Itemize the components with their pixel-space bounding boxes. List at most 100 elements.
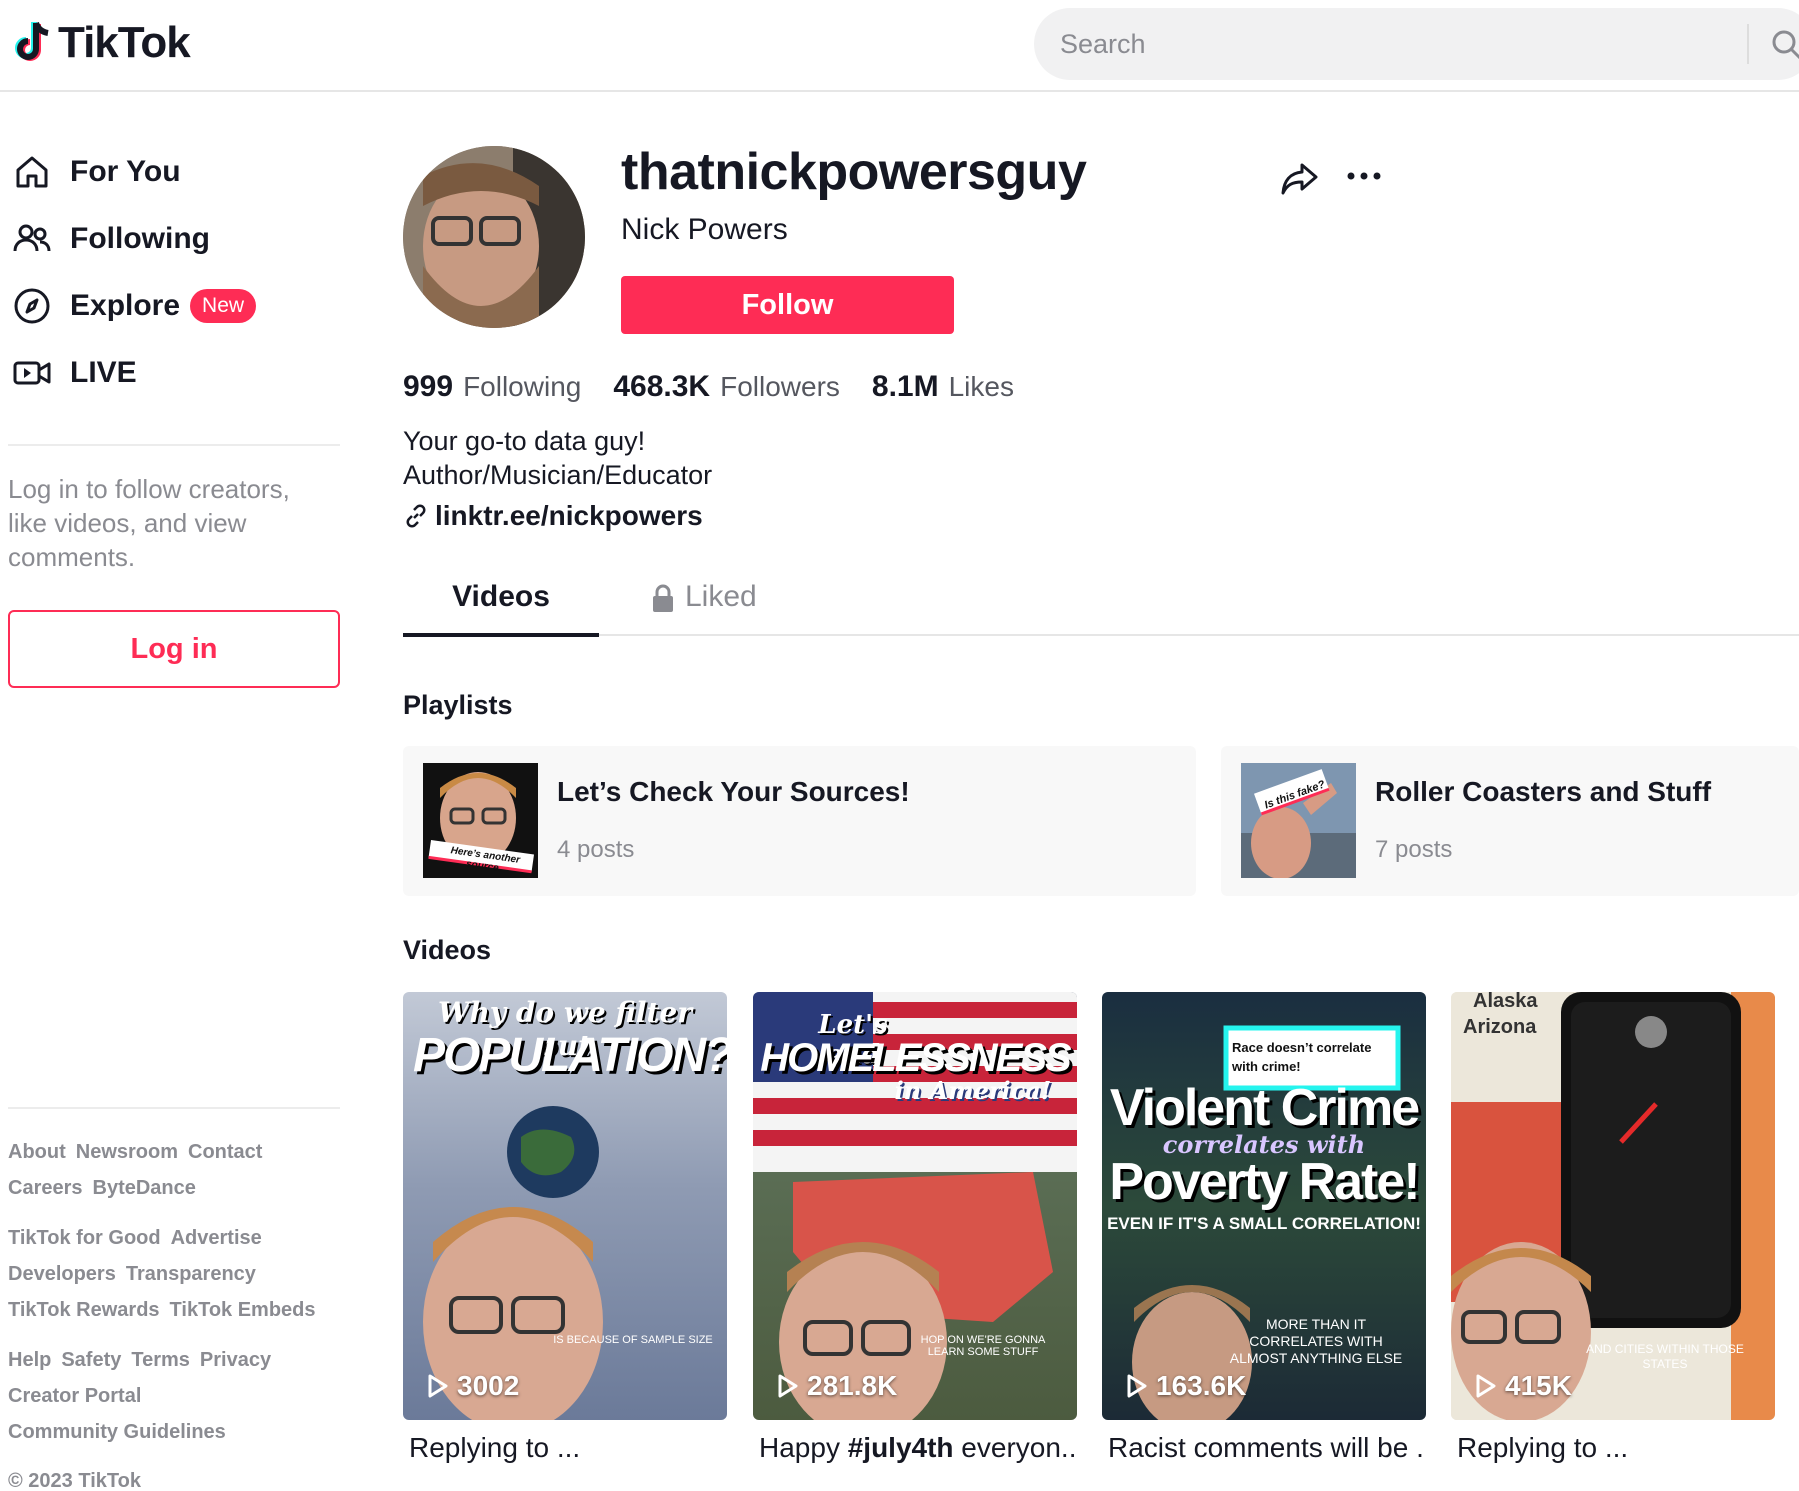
playlist-title: Roller Coasters and Stuff <box>1375 776 1712 807</box>
video-caption: Replying to ... <box>409 1432 581 1463</box>
lock-icon <box>653 584 673 612</box>
profile-bio: Your go-to data guy! Author/Musician/Edu… <box>403 424 712 492</box>
footer-link-advertise[interactable]: Advertise <box>171 1220 262 1256</box>
tab-label: Liked <box>685 580 757 613</box>
avatar[interactable] <box>403 146 585 328</box>
footer-link-privacy[interactable]: Privacy <box>200 1342 271 1378</box>
playlist-card[interactable]: Is this fake? Roller Coasters and Stuff … <box>1221 746 1799 896</box>
footer-group: Help Safety Terms Privacy Creator PortalComm… <box>8 1342 340 1450</box>
tab-active-indicator <box>403 633 599 637</box>
footer-link-tiktok-rewards[interactable]: TikTok Rewards <box>8 1292 160 1328</box>
video-overlay-bottom: AND CITIES WITHIN THOSE STATES <box>1586 1342 1744 1371</box>
footer-link-bytedance[interactable]: ByteDance <box>93 1170 196 1206</box>
tab-liked[interactable]: Liked <box>651 580 757 634</box>
video-card[interactable]: Let's end HOMELESSNESS in America! HOP O… <box>753 992 1077 1464</box>
stat-label: Followers <box>720 371 840 402</box>
profile-username: thatnickpowersguy <box>621 143 1087 201</box>
playlist-card[interactable]: Here’s another source. Let’s Check Your … <box>403 746 1196 896</box>
profile-tabs: Videos Liked <box>403 580 1799 637</box>
home-icon <box>16 156 48 188</box>
view-count: 3002 <box>457 1370 520 1401</box>
sidebar-item-label: Following <box>70 222 210 255</box>
sidebar-item-explore[interactable]: Explore New <box>12 278 257 334</box>
view-count: 163.6K <box>1156 1370 1247 1401</box>
login-prompt: Log in to follow creators, like videos, … <box>8 474 290 572</box>
footer-link-about[interactable]: About <box>8 1134 66 1170</box>
caption-hashtag[interactable]: #july4th <box>848 1432 954 1463</box>
profile-link[interactable]: linktr.ee/nickpowers <box>403 500 703 532</box>
footer-link-terms[interactable]: Terms <box>131 1342 190 1378</box>
video-views: 281.8K <box>777 1370 897 1402</box>
playlist-title: Let’s Check Your Sources! <box>557 776 910 807</box>
sidebar-item-following[interactable]: Following <box>12 211 210 267</box>
footer-link-creator-portal[interactable]: Creator Portal <box>8 1378 141 1414</box>
playlist-count: 7 posts <box>1375 836 1453 863</box>
footer-link-developers[interactable]: Developers <box>8 1256 116 1292</box>
link-icon <box>406 504 426 528</box>
footer-link-safety[interactable]: Safety <box>61 1342 121 1378</box>
videos-heading: Videos <box>403 935 492 965</box>
sidebar-divider <box>8 444 340 446</box>
video-overlay-big: POPULATION? <box>413 1029 727 1082</box>
playlist-thumbnail: Is this fake? <box>1241 763 1356 878</box>
stat-value: 8.1M <box>871 370 939 403</box>
stat-likes: 8.1M Likes <box>872 370 1014 404</box>
sidebar-item-for-you[interactable]: For You <box>12 144 181 200</box>
top-header: TikTok <box>0 0 1799 92</box>
video-thumbnail: Let's end HOMELESSNESS in America! HOP O… <box>753 992 1077 1420</box>
stat-followers[interactable]: 468.3K Followers <box>613 370 840 404</box>
profile-link-text: linktr.ee/nickpowers <box>435 500 703 531</box>
stat-following[interactable]: 999 Following <box>403 370 581 404</box>
playlist-thumbnail: Here’s another source. <box>423 763 538 878</box>
footer-link-tiktok-embeds[interactable]: TikTok Embeds <box>170 1292 316 1328</box>
footer-link-help[interactable]: Help <box>8 1342 51 1378</box>
tab-label: Videos <box>452 580 550 613</box>
video-views: 415K <box>1475 1370 1572 1402</box>
sidebar-item-live[interactable]: LIVE <box>12 345 137 401</box>
video-overlay-box: Race doesn’t correlate with crime! <box>1232 1040 1372 1074</box>
video-card[interactable]: Why do we filter out POPULATION? IS BECA… <box>403 992 727 1464</box>
footer-link-newsroom[interactable]: Newsroom <box>76 1134 178 1170</box>
footer-link-tiktok-for-good[interactable]: TikTok for Good <box>8 1220 161 1256</box>
login-button[interactable]: Log in <box>8 610 340 688</box>
playlist-thumb-image <box>1241 763 1356 878</box>
footer-group: TikTok for Good Advertise Developers Transp… <box>8 1220 340 1328</box>
video-views: 3002 <box>427 1370 519 1402</box>
follow-button[interactable]: Follow <box>621 276 954 334</box>
video-thumbnail: Race doesn’t correlate with crime! Viole… <box>1102 992 1426 1420</box>
footer-link-contact[interactable]: Contact <box>188 1134 262 1170</box>
compass-icon <box>14 288 50 324</box>
stat-value: 999 <box>403 370 454 403</box>
logo-text: TikTok <box>58 18 191 67</box>
video-overlay-bottom: MORE THAN IT CORRELATES WITH ALMOST ANYT… <box>1229 1316 1403 1366</box>
video-overlay-top1: Alaska <box>1473 992 1538 1012</box>
tab-videos[interactable]: Videos <box>403 580 599 637</box>
video-caption: Racist comments will be ... <box>1108 1432 1426 1463</box>
play-icon <box>428 1374 448 1398</box>
play-icon <box>1476 1374 1496 1398</box>
search-input[interactable] <box>1060 8 1760 80</box>
video-overlay-sub: in America! <box>894 1076 1052 1105</box>
profile-nickname: Nick Powers <box>621 213 788 246</box>
profile-stats: 999 Following 468.3K Followers 8.1M Like… <box>403 370 1014 404</box>
sidebar-item-label: For You <box>70 155 181 188</box>
stat-label: Following <box>463 371 582 402</box>
stat-label: Likes <box>948 371 1014 402</box>
bio-line: Author/Musician/Educator <box>403 460 713 490</box>
tiktok-logo[interactable]: TikTok <box>14 18 191 68</box>
video-card[interactable]: Alaska Arizona AND CITIES WITHIN THOSE S… <box>1451 992 1775 1464</box>
search-icon[interactable] <box>1770 28 1799 62</box>
footer-link-community-guidelines[interactable]: Community Guidelines <box>8 1414 226 1450</box>
footer-link-transparency[interactable]: Transparency <box>126 1256 256 1292</box>
video-views: 163.6K <box>1126 1370 1246 1402</box>
playlists-heading: Playlists <box>403 690 513 720</box>
tiktok-note-icon <box>15 21 49 61</box>
bio-line: Your go-to data guy! <box>403 426 646 456</box>
footer-link-careers[interactable]: Careers <box>8 1170 83 1206</box>
more-options-icon[interactable] <box>1346 170 1382 182</box>
video-overlay-bottom: HOP ON WE'RE GONNA LEARN SOME STUFF <box>920 1334 1046 1358</box>
video-caption: Happy #july4th everyon... <box>753 1432 1077 1464</box>
share-icon[interactable] <box>1280 161 1320 197</box>
play-icon <box>1127 1374 1147 1398</box>
video-card[interactable]: Race doesn’t correlate with crime! Viole… <box>1102 992 1426 1464</box>
